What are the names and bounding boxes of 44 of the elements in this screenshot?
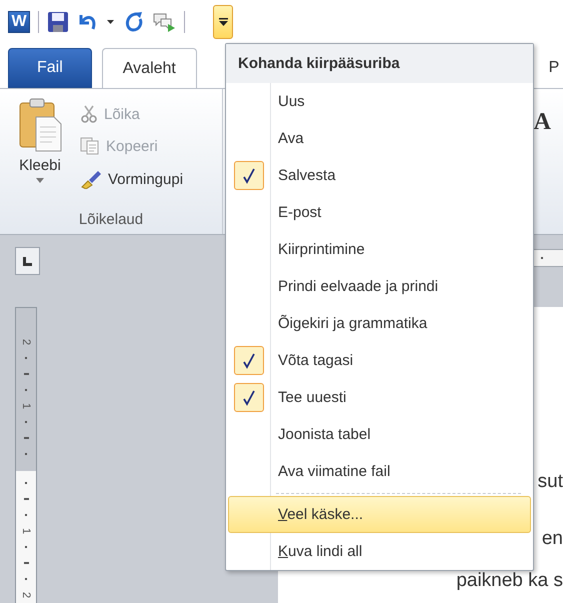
ruler-number: 2 (20, 592, 32, 598)
menu-item[interactable]: Salvesta (228, 157, 531, 194)
clipboard-icon (18, 97, 62, 153)
menu-item[interactable]: Kiirprintimine (228, 231, 531, 268)
document-text: paikneb ka s (456, 570, 563, 592)
menu-item[interactable]: Ava viimatine fail (228, 453, 531, 490)
ruler-number: 2 (20, 338, 32, 346)
menu-title: Kohanda kiirpääsuriba (226, 44, 533, 83)
ribbon-tab[interactable]: P (545, 48, 563, 88)
left-tab-stop-icon (23, 256, 32, 266)
caret-icon (107, 20, 114, 24)
menu-item[interactable]: Tee uuesti (228, 379, 531, 416)
speech-bubble-arrow-icon (152, 10, 176, 32)
app-logo: W (8, 10, 30, 32)
scissors-icon (80, 105, 98, 123)
menu-item[interactable]: Veel käske... (228, 496, 531, 533)
document-text: sut (538, 471, 563, 493)
format-painter-button[interactable]: Vormingupi (80, 169, 184, 189)
grow-font-button[interactable]: A (534, 109, 551, 136)
menu-item[interactable]: Kuva lindi all (228, 533, 531, 570)
file-tab[interactable]: Fail (8, 48, 92, 88)
menu-item[interactable]: Prindi eelvaade ja prindi (228, 268, 531, 305)
caret-icon (218, 18, 228, 26)
checkmark-icon (243, 390, 255, 406)
checkmark-icon (243, 168, 255, 184)
menu-item[interactable]: Õigekiri ja grammatika (228, 305, 531, 342)
ruler-number: 1 (20, 402, 32, 410)
checkmark-icon (243, 352, 255, 368)
save-button[interactable] (47, 10, 69, 34)
ruler-number: 1 (20, 528, 32, 534)
copy-icon (80, 137, 100, 155)
ribbon-tab[interactable]: Avaleht (102, 48, 197, 88)
caret-icon (36, 178, 44, 183)
menu-item[interactable]: Joonista tabel (228, 416, 531, 453)
tab-selector[interactable] (15, 247, 40, 275)
group-label: Lõikelaud (78, 211, 144, 230)
document-text: en (542, 528, 563, 550)
customize-toolbar-button[interactable] (213, 4, 233, 38)
menu-item[interactable]: Ava (228, 120, 531, 157)
menu-item[interactable]: Võta tagasi (228, 342, 531, 379)
menu-item[interactable]: Uus (228, 83, 531, 120)
paste-button[interactable]: Kleebi (14, 97, 66, 211)
menu-item[interactable]: E-post (228, 194, 531, 231)
paintbrush-icon (80, 169, 102, 189)
